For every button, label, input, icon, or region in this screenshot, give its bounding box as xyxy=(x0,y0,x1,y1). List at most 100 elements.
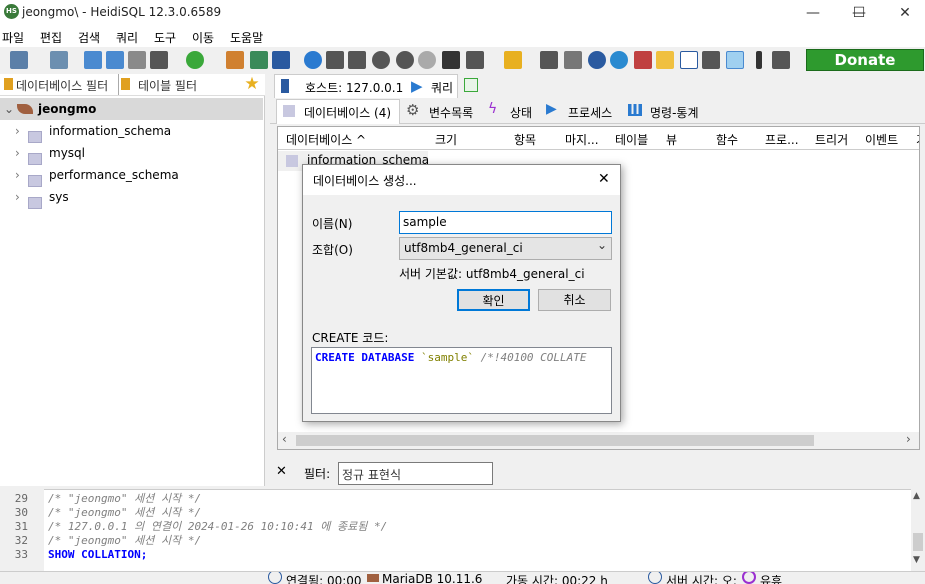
chevron-right-icon[interactable]: › xyxy=(15,186,20,208)
check-icon[interactable] xyxy=(418,51,436,69)
add-icon[interactable] xyxy=(372,51,390,69)
file-icon[interactable] xyxy=(564,51,582,69)
search-icon[interactable] xyxy=(588,51,606,69)
code-db-name: `sample` xyxy=(420,351,474,364)
name-value: sample xyxy=(403,215,447,229)
tab-query-label[interactable]: 쿼리 xyxy=(431,79,453,96)
copy-icon[interactable] xyxy=(84,51,102,69)
quote-icon[interactable] xyxy=(756,51,762,69)
binary-icon[interactable] xyxy=(680,51,698,69)
save-icon[interactable] xyxy=(540,51,558,69)
menu-search[interactable]: 검색 xyxy=(78,29,100,46)
filter-icon xyxy=(121,78,130,90)
tree-db-item[interactable]: › information_schema xyxy=(0,120,263,143)
log-line: /* "jeongmo" 세션 시작 */ xyxy=(48,534,202,547)
col-triggers[interactable]: 트리거 xyxy=(815,131,848,148)
scroll-down-icon[interactable]: ▼ xyxy=(913,555,920,565)
db-filter-input[interactable]: 데이터베이스 필터 xyxy=(16,77,108,94)
horizontal-scrollbar[interactable]: ‹ › xyxy=(278,432,919,449)
close-filter-icon[interactable]: ✕ xyxy=(276,464,287,479)
tab-databases[interactable]: 데이터베이스 (4) xyxy=(276,99,400,124)
menu-tools[interactable]: 도구 xyxy=(154,29,176,46)
db-name: sys xyxy=(49,190,69,204)
users-icon[interactable] xyxy=(226,51,244,69)
undo-icon[interactable] xyxy=(128,51,146,69)
run-icon[interactable] xyxy=(466,51,484,69)
ok-button[interactable]: 확인 xyxy=(457,289,530,311)
paste-icon[interactable] xyxy=(106,51,124,69)
col-items[interactable]: 항목 xyxy=(514,131,536,148)
col-more[interactable]: 기 xyxy=(916,131,919,148)
donate-button[interactable]: Donate xyxy=(806,49,924,71)
close-icon[interactable]: ✕ xyxy=(882,0,925,26)
menu-go[interactable]: 이동 xyxy=(192,29,214,46)
first-icon[interactable] xyxy=(326,51,344,69)
connect-icon[interactable] xyxy=(10,51,28,69)
print-icon[interactable] xyxy=(150,51,168,69)
export-icon[interactable] xyxy=(250,51,268,69)
tab-variables[interactable]: 변수목록 xyxy=(429,104,473,121)
last-icon[interactable] xyxy=(348,51,366,69)
new-query-tab-icon[interactable] xyxy=(464,78,478,92)
help-icon[interactable] xyxy=(304,51,322,69)
transfer-icon[interactable] xyxy=(272,51,290,69)
tab-host[interactable]: 호스트: 127.0.0.1 ▶ 쿼리 xyxy=(274,74,458,98)
warning-icon[interactable] xyxy=(656,51,674,69)
col-events[interactable]: 이벤트 xyxy=(865,131,898,148)
tab-status[interactable]: 상태 xyxy=(510,104,532,121)
menu-query[interactable]: 쿼리 xyxy=(116,29,138,46)
tree-db-item[interactable]: › performance_schema xyxy=(0,164,263,187)
tree-db-item[interactable]: › sys xyxy=(0,186,263,209)
chevron-down-icon[interactable]: ⌄ xyxy=(4,98,14,120)
chevron-right-icon[interactable]: › xyxy=(15,120,20,142)
close-tab-icon[interactable] xyxy=(772,51,790,69)
table-filter-input[interactable]: 테이블 필터 xyxy=(138,77,197,94)
log-line: /* 127.0.0.1 의 연결이 2024-01-26 10:10:41 에… xyxy=(48,520,388,533)
col-database[interactable]: 데이터베이스 ^ xyxy=(286,131,366,148)
disconnect-icon[interactable] xyxy=(50,51,68,69)
scroll-thumb[interactable] xyxy=(913,533,923,551)
col-tables[interactable]: 테이블 xyxy=(615,131,648,148)
tab-command-stats[interactable]: 명령-통계 xyxy=(650,104,699,121)
create-code-editor[interactable]: CREATE DATABASE `sample` /*!40100 COLLAT… xyxy=(311,347,612,414)
menu-file[interactable]: 파일 xyxy=(2,29,24,46)
col-last[interactable]: 마지... xyxy=(565,131,599,148)
scroll-left-icon[interactable]: ‹ xyxy=(282,432,287,446)
col-views[interactable]: 뷰 xyxy=(666,131,677,148)
folder-icon[interactable] xyxy=(504,51,522,69)
collation-select[interactable]: utf8mb4_general_ci ⌄ xyxy=(399,237,612,260)
name-input[interactable]: sample xyxy=(399,211,612,234)
scroll-thumb[interactable] xyxy=(296,435,814,446)
tree-server-node[interactable]: ⌄ jeongmo xyxy=(0,98,263,120)
chevron-down-icon: ⌄ xyxy=(597,238,608,252)
wrap-icon[interactable] xyxy=(702,51,720,69)
col-procedures[interactable]: 프로... xyxy=(765,131,799,148)
minimize-icon[interactable]: — xyxy=(790,0,836,26)
sync-icon[interactable] xyxy=(726,51,744,69)
database-icon xyxy=(28,130,42,143)
scroll-right-icon[interactable]: › xyxy=(906,432,911,446)
refresh-icon[interactable] xyxy=(186,51,204,69)
cancel-icon[interactable] xyxy=(442,51,460,69)
menu-edit[interactable]: 편집 xyxy=(40,29,62,46)
replace-icon[interactable] xyxy=(610,51,628,69)
chevron-right-icon[interactable]: › xyxy=(15,142,20,164)
log-vertical-scrollbar[interactable]: ▲ ▼ xyxy=(911,489,925,571)
menu-help[interactable]: 도움말 xyxy=(230,29,263,46)
remove-icon[interactable] xyxy=(396,51,414,69)
favorite-star-icon[interactable]: ★ xyxy=(240,73,264,95)
clear-icon[interactable] xyxy=(634,51,652,69)
tab-processes[interactable]: 프로세스 xyxy=(568,104,612,121)
col-functions[interactable]: 함수 xyxy=(716,131,738,148)
clock-icon xyxy=(648,572,662,584)
col-size[interactable]: 크기 xyxy=(435,131,457,148)
line-number: 31 xyxy=(14,520,28,533)
window-title: jeongmo\ - HeidiSQL 12.3.0.6589 xyxy=(22,5,222,19)
tree-db-item[interactable]: › mysql xyxy=(0,142,263,165)
chevron-right-icon[interactable]: › xyxy=(15,164,20,186)
maximize-icon[interactable]: ☐ xyxy=(836,0,882,26)
filter-input[interactable]: 정규 표현식 xyxy=(338,462,493,485)
cancel-button[interactable]: 취소 xyxy=(538,289,611,311)
dialog-close-icon[interactable]: ✕ xyxy=(598,171,610,187)
scroll-up-icon[interactable]: ▲ xyxy=(913,491,920,501)
